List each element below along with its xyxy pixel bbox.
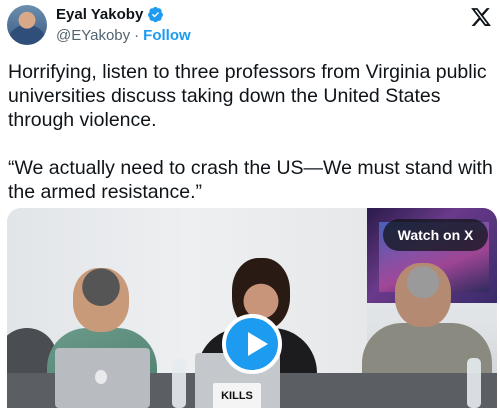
water-bottle: [467, 358, 481, 408]
person-silhouette: [395, 263, 451, 327]
avatar[interactable]: [7, 5, 47, 45]
handle[interactable]: @EYakoby: [56, 27, 130, 44]
handle-row: @EYakoby · Follow: [56, 27, 191, 44]
laptop: [55, 348, 150, 408]
tweet-paragraph: Horrifying, listen to three professors f…: [8, 61, 487, 131]
play-button[interactable]: [222, 314, 282, 374]
verified-badge-icon: [148, 6, 164, 23]
tweet-text: Horrifying, listen to three professors f…: [8, 60, 498, 228]
apple-logo-icon: [95, 370, 107, 384]
x-logo-icon[interactable]: [470, 6, 492, 28]
tweet-paragraph-quote: “We actually need to crash the US—We mus…: [8, 157, 493, 203]
name-row: Eyal Yakoby: [56, 6, 164, 23]
person-silhouette: [73, 268, 129, 332]
display-name[interactable]: Eyal Yakoby: [56, 6, 143, 23]
separator-dot: ·: [134, 27, 140, 44]
follow-button[interactable]: Follow: [143, 27, 191, 44]
water-bottle: [172, 358, 186, 408]
watch-on-x-button[interactable]: Watch on X: [383, 219, 488, 251]
laptop-sticker: KILLS: [213, 383, 261, 408]
play-icon: [248, 332, 268, 356]
